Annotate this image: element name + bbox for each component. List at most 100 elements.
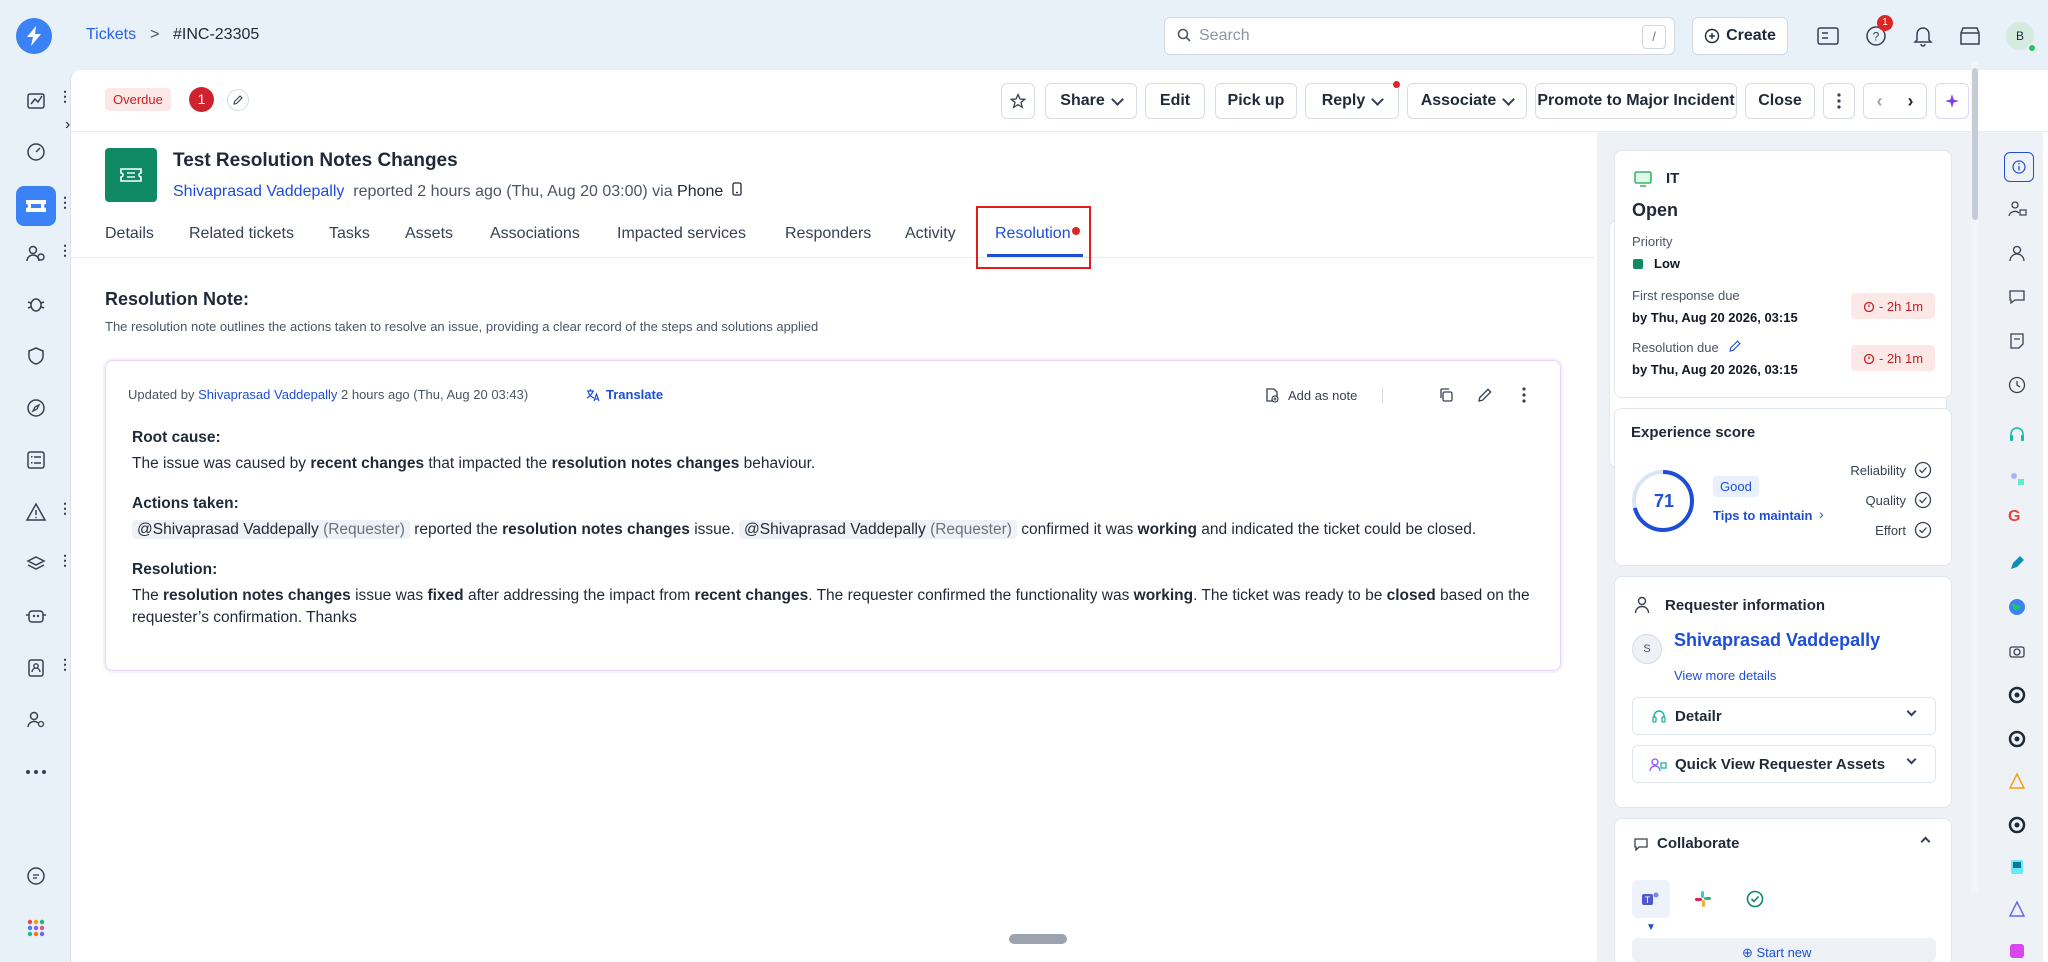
tab-tasks[interactable]: Tasks xyxy=(329,225,370,243)
first-response-value: by Thu, Aug 20 2026, 03:15 xyxy=(1632,310,1798,325)
app-logo-icon[interactable] xyxy=(16,18,52,54)
add-as-note-button[interactable]: Add as note xyxy=(1264,387,1357,403)
ring-app-icon[interactable] xyxy=(2008,816,2026,839)
requester-name[interactable]: Shivaprasad Vaddepally xyxy=(1674,630,1880,651)
tips-link[interactable]: Tips to maintain xyxy=(1713,508,1812,523)
tab-details[interactable]: Details xyxy=(105,225,154,243)
gauge-icon[interactable] xyxy=(20,136,52,168)
tab-impacted-services[interactable]: Impacted services xyxy=(617,225,746,243)
ai-assist-button[interactable] xyxy=(1935,83,1969,119)
chat-icon[interactable] xyxy=(20,860,52,892)
requester-mention[interactable]: @Shivaprasad Vaddepally (Requester) xyxy=(132,520,410,539)
more-actions-button[interactable] xyxy=(1823,83,1855,119)
dashboard-icon[interactable] xyxy=(20,84,52,116)
tab-activity[interactable]: Activity xyxy=(905,225,956,243)
copy-icon[interactable] xyxy=(1436,385,1456,405)
next-ticket-icon[interactable]: › xyxy=(1895,91,1926,112)
globe-app-icon[interactable] xyxy=(2008,598,2026,621)
compass-icon[interactable] xyxy=(20,392,52,424)
google-app-icon[interactable]: G xyxy=(2008,508,2020,526)
people-icon[interactable] xyxy=(20,238,52,270)
conversation-icon[interactable] xyxy=(2008,288,2026,311)
edit-label: Edit xyxy=(1159,92,1191,109)
apps-store-icon[interactable] xyxy=(1958,24,1982,48)
layers-icon[interactable] xyxy=(20,548,52,580)
edit-note-icon[interactable] xyxy=(1475,385,1495,405)
text-bold: recent changes xyxy=(694,587,809,604)
requester-link[interactable]: Shivaprasad Vaddepally xyxy=(173,183,344,200)
promote-label: Promote to Major Incident xyxy=(1537,92,1735,109)
ring-app-icon[interactable] xyxy=(2008,686,2026,709)
expand-nav-icon[interactable]: › xyxy=(65,116,70,134)
user-settings-icon[interactable] xyxy=(20,704,52,736)
previous-ticket-icon[interactable]: ‹ xyxy=(1864,91,1895,112)
text-run: behaviour. xyxy=(739,455,816,472)
pencil-icon[interactable] xyxy=(1728,339,1742,353)
info-icon[interactable] xyxy=(2004,152,2034,182)
slack-icon[interactable] xyxy=(1684,880,1722,918)
pickup-button[interactable]: Pick up xyxy=(1215,83,1297,119)
actions-taken-heading: Actions taken: xyxy=(132,495,239,512)
edit-tags-button[interactable] xyxy=(227,89,249,111)
bell-icon[interactable] xyxy=(1911,24,1935,48)
updated-when: 2 hours ago (Thu, Aug 20 03:43) xyxy=(341,387,529,402)
clock-icon[interactable] xyxy=(2008,376,2026,399)
camera-app-icon[interactable] xyxy=(2008,642,2026,665)
tab-divider xyxy=(71,257,1595,258)
tab-related-tickets[interactable]: Related tickets xyxy=(189,225,294,243)
star-button[interactable] xyxy=(1001,83,1035,119)
tab-responders[interactable]: Responders xyxy=(785,225,871,243)
reply-button[interactable]: Reply xyxy=(1305,83,1399,119)
tab-associations[interactable]: Associations xyxy=(490,225,580,243)
purple-app-icon[interactable] xyxy=(2008,942,2026,962)
side-panel-scroll-thumb[interactable] xyxy=(1972,68,1978,220)
translate-button[interactable]: Translate xyxy=(586,387,663,402)
shield-icon[interactable] xyxy=(20,340,52,372)
search-icon xyxy=(1177,28,1191,47)
close-ticket-button[interactable]: Close xyxy=(1745,83,1815,119)
user-assets-app-icon[interactable] xyxy=(2008,470,2026,493)
book-user-icon[interactable] xyxy=(20,652,52,684)
headset-app-icon[interactable] xyxy=(2008,426,2026,449)
google-chat-icon[interactable] xyxy=(1736,880,1774,918)
quick-view-assets-accordion[interactable]: Quick View Requester Assets xyxy=(1632,745,1936,783)
pen-app-icon[interactable] xyxy=(2008,554,2026,577)
associate-button[interactable]: Associate xyxy=(1407,83,1527,119)
note-more-icon[interactable] xyxy=(1514,385,1534,405)
checklist-icon[interactable] xyxy=(20,444,52,476)
start-new-button[interactable]: ⊕ Start new xyxy=(1632,938,1936,962)
teams-icon[interactable]: T xyxy=(1632,880,1670,918)
contact-icon[interactable] xyxy=(2008,244,2026,267)
horizontal-scroll-handle[interactable] xyxy=(1009,934,1067,944)
create-button[interactable]: Create xyxy=(1692,17,1788,55)
requester-mention[interactable]: @Shivaprasad Vaddepally (Requester) xyxy=(739,520,1017,539)
promote-major-incident-button[interactable]: Promote to Major Incident xyxy=(1535,83,1737,119)
user-lock-icon[interactable] xyxy=(2008,200,2028,223)
bot-icon[interactable] xyxy=(20,600,52,632)
updated-by-user[interactable]: Shivaprasad Vaddepally xyxy=(198,387,337,402)
edit-button[interactable]: Edit xyxy=(1145,83,1205,119)
app-grid-icon[interactable] xyxy=(20,912,52,944)
ticket-title: Test Resolution Notes Changes xyxy=(173,150,458,171)
warning-icon[interactable] xyxy=(20,496,52,528)
service-catalog-icon[interactable] xyxy=(1816,24,1840,48)
more-horizontal-icon[interactable] xyxy=(20,756,52,788)
search-input[interactable]: Search / xyxy=(1164,17,1675,55)
breadcrumb-tickets[interactable]: Tickets xyxy=(86,26,136,44)
detailr-accordion[interactable]: Detailr xyxy=(1632,697,1936,735)
tickets-icon[interactable] xyxy=(16,186,56,226)
view-more-details-link[interactable]: View more details xyxy=(1674,668,1776,683)
priority-value[interactable]: Low xyxy=(1654,256,1680,271)
tab-assets[interactable]: Assets xyxy=(405,225,453,243)
text-run: . The ticket was ready to be xyxy=(1193,587,1387,604)
ring-app-icon[interactable] xyxy=(2008,730,2026,753)
share-button[interactable]: Share xyxy=(1045,83,1137,119)
triangle-app-icon[interactable] xyxy=(2008,900,2026,923)
pyramid-app-icon[interactable] xyxy=(2008,772,2026,795)
user-icon xyxy=(1634,596,1650,614)
device-app-icon[interactable] xyxy=(2008,858,2026,881)
notes-icon[interactable] xyxy=(2008,332,2026,355)
status-value[interactable]: Open xyxy=(1632,200,1678,221)
bug-icon[interactable] xyxy=(20,288,52,320)
pickup-label: Pick up xyxy=(1227,92,1285,109)
